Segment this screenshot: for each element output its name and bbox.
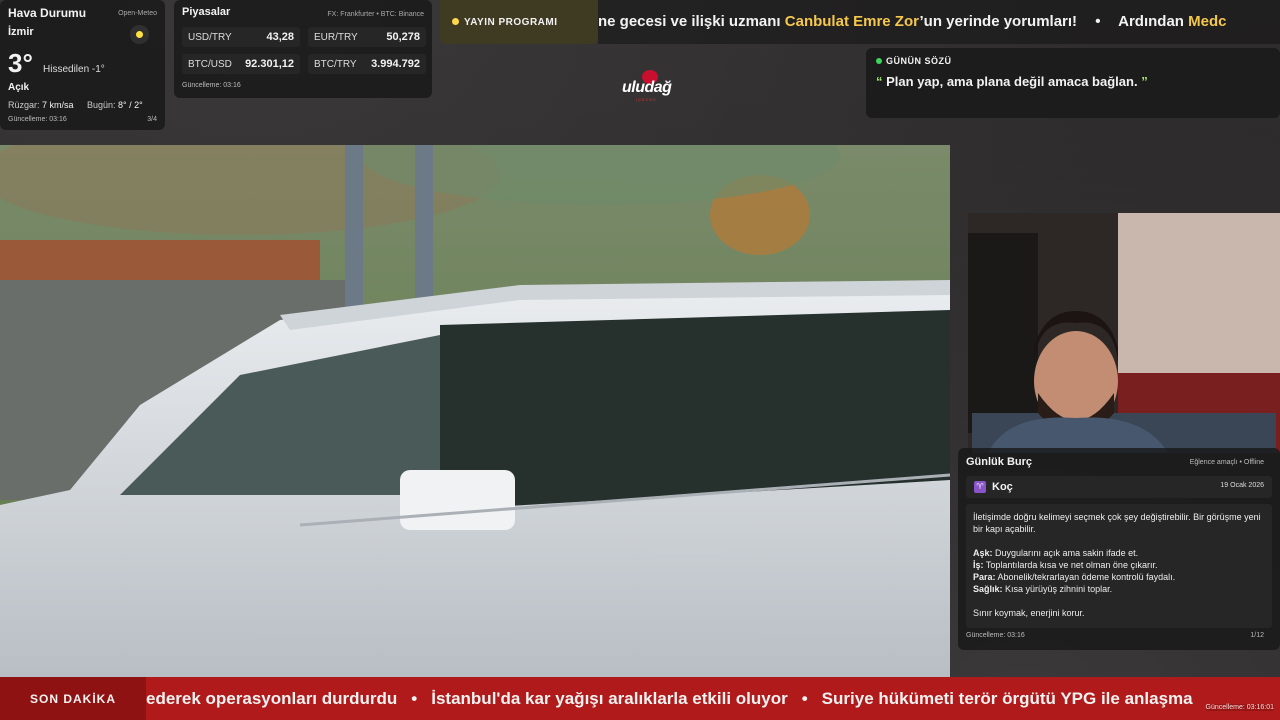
horoscope-updated: Güncelleme: 03:16 xyxy=(966,632,1025,639)
ticker-item: Suriye hükümeti terör örgütü YPG ile anl… xyxy=(821,689,1193,708)
horoscope-intro: İletişimde doğru kelimeyi seçmek çok şey… xyxy=(973,512,1261,534)
quote-text: “ Plan yap, ama plana değil amaca bağlan… xyxy=(876,74,1270,89)
ticker-bullet: • xyxy=(411,689,418,708)
line-key: İş: xyxy=(973,560,984,570)
weather-page-indicator: 3/4 xyxy=(147,116,157,123)
weather-source: Open-Meteo xyxy=(118,10,157,17)
horoscope-lines: Aşk: Duygularını açık ama sakin ifade et… xyxy=(973,547,1265,595)
line-key: Aşk: xyxy=(973,548,993,558)
ticker-updated: Güncelleme: 03:16:01 xyxy=(1205,704,1274,711)
breaking-news-label: SON DAKİKA xyxy=(0,677,146,720)
horoscope-page-indicator: 1/12 xyxy=(1250,632,1264,639)
schedule-label: YAYIN PROGRAMI xyxy=(440,0,598,44)
webcam-feed xyxy=(968,213,1280,453)
quote-dot-icon xyxy=(876,58,882,64)
horoscope-line: Sağlık: Kısa yürüyüş zihnini toplar. xyxy=(973,583,1265,595)
quote-open-mark: “ xyxy=(876,74,883,89)
weather-condition: Açık xyxy=(8,82,30,93)
line-text: Kısa yürüyüş zihnini toplar. xyxy=(1005,584,1113,594)
market-name: EUR/TRY xyxy=(314,32,358,43)
schedule-highlight: Canbulat Emre Zor xyxy=(784,13,920,30)
weather-widget: Hava Durumu Open-Meteo İzmir 3° Hissedil… xyxy=(0,0,165,130)
ticker-bullet: • xyxy=(801,689,808,708)
main-video xyxy=(0,145,950,677)
quote-label-text: GÜNÜN SÖZÜ xyxy=(886,56,952,66)
horoscope-closing: Sınır koymak, enerjini korur. xyxy=(973,608,1085,618)
quote-close-mark: ” xyxy=(1141,74,1148,89)
ticker-text: ederek operasyonları durdurdu • İstanbul'd… xyxy=(146,689,1193,709)
market-value: 50,278 xyxy=(386,31,420,43)
uludag-logo: uludağ İÇECEK xyxy=(622,70,678,104)
horoscope-meta: Eğlence amaçlı • Offline xyxy=(1189,459,1264,466)
market-item: USD/TRY 43,28 xyxy=(182,27,300,47)
line-key: Sağlık: xyxy=(973,584,1003,594)
aries-icon: ♈ xyxy=(974,481,986,493)
wind-value: 7 km/sa xyxy=(42,100,74,110)
weather-city: İzmir xyxy=(8,26,34,38)
video-frame xyxy=(0,145,950,677)
market-item: BTC/USD 92.301,12 xyxy=(182,54,300,74)
weather-temperature: 3° xyxy=(8,48,33,78)
weather-updated: Güncelleme: 03:16 xyxy=(8,116,67,123)
horoscope-body: İletişimde doğru kelimeyi seçmek çok şey… xyxy=(966,504,1272,628)
market-item: EUR/TRY 50,278 xyxy=(308,27,426,47)
horoscope-sign-row: ♈ Koç 19 Ocak 2026 xyxy=(966,476,1272,498)
horoscope-line: Para: Abonelik/tekrarlayan ödeme kontrol… xyxy=(973,571,1265,583)
schedule-label-text: YAYIN PROGRAMI xyxy=(464,16,558,28)
ticker-item: ederek operasyonları durdurdu xyxy=(146,689,398,708)
horoscope-sign: Koç xyxy=(992,481,1013,493)
daily-horoscope: Günlük Burç Eğlence amaçlı • Offline ♈ K… xyxy=(958,448,1280,650)
quote-body: Plan yap, ama plana değil amaca bağlan. xyxy=(886,74,1138,89)
line-text: Abonelik/tekrarlayan ödeme kontrolü fayd… xyxy=(997,572,1176,582)
horoscope-line: İş: Toplantılarda kısa ve net olman öne … xyxy=(973,559,1265,571)
line-text: Toplantılarda kısa ve net olman öne çıka… xyxy=(985,560,1158,570)
schedule-text: ne gecesi ve ilişki uzmanı Canbulat Emre… xyxy=(598,13,1226,30)
line-text: Duygularını açık ama sakin ifade et. xyxy=(995,548,1139,558)
schedule-dot-icon xyxy=(452,18,459,25)
market-item: BTC/TRY 3.994.792 xyxy=(308,54,426,74)
wind-label: Rüzgar: xyxy=(8,100,40,110)
markets-widget: Piyasalar FX: Frankfurter • BTC: Binance… xyxy=(174,0,432,98)
market-name: USD/TRY xyxy=(188,32,232,43)
markets-updated: Güncelleme: 03:16 xyxy=(182,82,241,89)
horoscope-date: 19 Ocak 2026 xyxy=(1220,482,1264,489)
weather-today: Bugün: 8° / 2° xyxy=(87,100,143,110)
schedule-text-after: ’un yerinde yorumları! xyxy=(919,13,1078,30)
breaking-news-ticker: SON DAKİKA ederek operasyonları durdurdu… xyxy=(0,677,1280,720)
today-label: Bugün: xyxy=(87,100,116,110)
ticker-item: İstanbul'da kar yağışı aralıklarla etkil… xyxy=(431,689,788,708)
quote-label: GÜNÜN SÖZÜ xyxy=(876,56,1270,66)
market-value: 43,28 xyxy=(266,31,294,43)
market-name: BTC/TRY xyxy=(314,59,357,70)
ticker-strip: ederek operasyonları durdurdu • İstanbul'd… xyxy=(146,677,1280,720)
logo-word: uludağ xyxy=(622,79,672,96)
today-value: 8° / 2° xyxy=(118,100,143,110)
quote-of-the-day: GÜNÜN SÖZÜ “ Plan yap, ama plana değil a… xyxy=(866,48,1280,118)
schedule-ticker: ne gecesi ve ilişki uzmanı Canbulat Emre… xyxy=(598,0,1280,44)
market-name: BTC/USD xyxy=(188,59,232,70)
logo-sub: İÇECEK xyxy=(636,97,657,102)
schedule-next-before: Ardından xyxy=(1118,13,1189,30)
schedule-bullet: • xyxy=(1095,13,1101,30)
webcam-frame xyxy=(968,213,1280,453)
market-value: 3.994.792 xyxy=(371,58,420,70)
schedule-text-before: ne gecesi ve ilişki uzmanı xyxy=(598,13,785,30)
horoscope-line: Aşk: Duygularını açık ama sakin ifade et… xyxy=(973,547,1265,559)
sun-icon xyxy=(136,31,143,38)
line-key: Para: xyxy=(973,572,996,582)
weather-feels-like: Hissedilen -1° xyxy=(43,64,105,75)
schedule-next-highlight: Medc xyxy=(1188,13,1227,30)
weather-wind: Rüzgar: 7 km/sa xyxy=(8,100,74,110)
markets-source: FX: Frankfurter • BTC: Binance xyxy=(327,11,424,18)
market-value: 92.301,12 xyxy=(245,58,294,70)
